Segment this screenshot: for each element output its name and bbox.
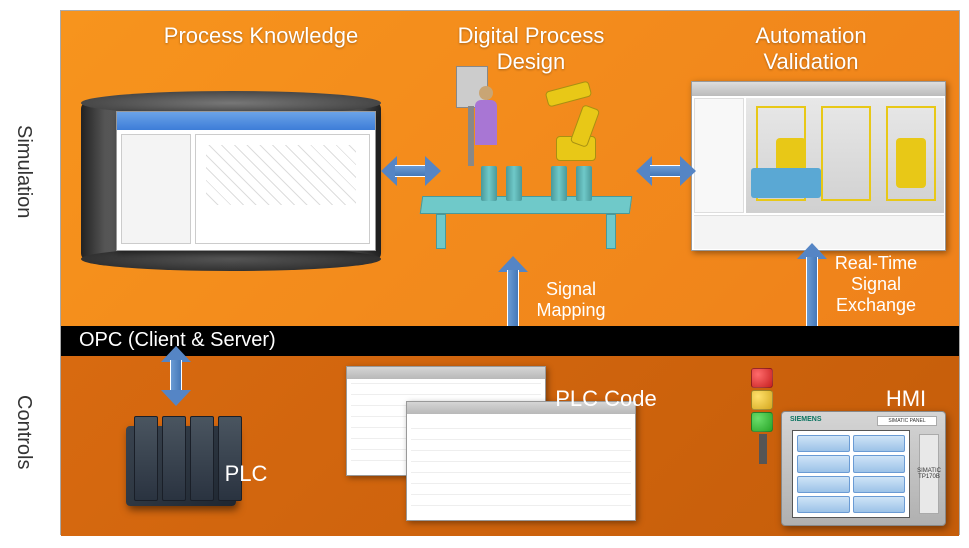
signal-mapping-label: Signal Mapping — [521, 279, 621, 321]
hmi-panel-icon: SIEMENS SIMATIC PANEL SIMATIC TP170B — [781, 411, 946, 526]
arrow-opc-to-plc — [161, 346, 191, 406]
process-knowledge-title: Process Knowledge — [161, 23, 361, 49]
automation-validation-screenshot — [691, 81, 946, 251]
hmi-brand-label: SIEMENS — [790, 416, 822, 423]
simulation-side-label: Simulation — [12, 125, 35, 218]
hmi-model-label: SIMATIC PANEL — [877, 416, 937, 426]
hmi-label: HMI — [866, 386, 946, 412]
architecture-diagram: Process Knowledge Digital Process Design… — [60, 10, 960, 535]
stacklight-icon — [751, 368, 775, 463]
controls-side-label: Controls — [12, 395, 35, 469]
arrow-dpd-to-av — [636, 156, 696, 186]
digital-process-3d-scene — [416, 66, 646, 266]
arrow-pk-to-dpd — [381, 156, 441, 186]
process-tree-screenshot — [116, 111, 376, 251]
plc-code-label: PLC Code — [541, 386, 671, 412]
hmi-side-label: SIMATIC TP170B — [919, 434, 939, 514]
controls-section: PLC PLC Code SIEMENS SIMATIC PANEL SIMAT… — [61, 356, 959, 536]
plc-label: PLC — [206, 461, 286, 487]
realtime-signal-exchange-label: Real-Time Signal Exchange — [811, 253, 941, 316]
process-knowledge-db-icon — [81, 91, 381, 271]
opc-bar: OPC (Client & Server) — [61, 326, 959, 356]
simulation-section: Process Knowledge Digital Process Design… — [61, 11, 959, 326]
automation-validation-title: Automation Validation — [711, 23, 911, 75]
